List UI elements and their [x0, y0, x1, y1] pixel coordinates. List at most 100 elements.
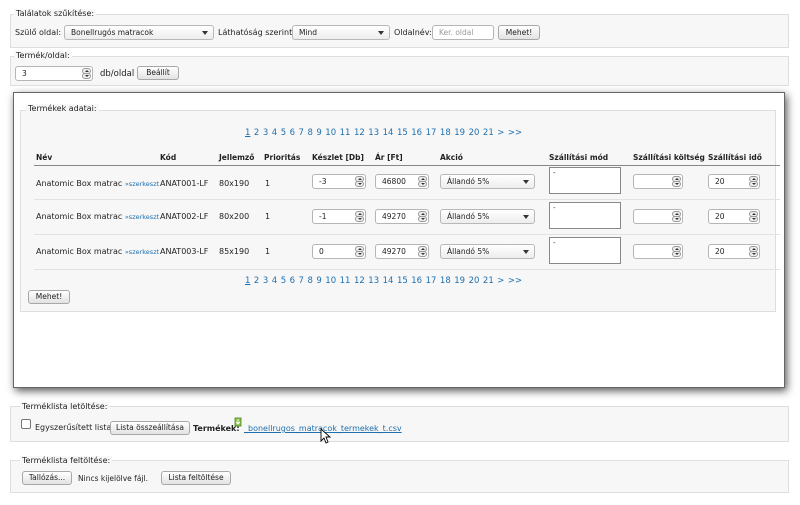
filter-go-button[interactable]: Mehet! [498, 25, 540, 40]
stepper-down-icon[interactable] [82, 73, 91, 79]
page-link[interactable]: 10 [325, 128, 336, 138]
stepper-down-icon[interactable] [355, 251, 364, 257]
stepper-down-icon[interactable] [418, 251, 427, 257]
perpage-set-button[interactable]: Beállít [137, 66, 179, 80]
simplified-checkbox[interactable] [21, 419, 31, 429]
page-link[interactable]: 7 [299, 276, 304, 286]
stock-stepper[interactable]: -1 [312, 209, 366, 224]
stepper-down-icon[interactable] [418, 181, 427, 187]
page-link[interactable]: 19 [454, 276, 465, 286]
col-promo: Akció [440, 153, 463, 162]
page-link[interactable]: 1 [245, 128, 250, 138]
stepper-down-icon[interactable] [749, 216, 758, 222]
page-link[interactable]: 21 [483, 128, 494, 138]
page-link[interactable]: 3 [263, 128, 268, 138]
promo-select[interactable]: Állandó 5% [440, 209, 535, 224]
page-link[interactable]: 21 [483, 276, 494, 286]
page-link[interactable]: 11 [340, 276, 351, 286]
page-link[interactable]: 10 [325, 276, 336, 286]
shipping-cost-stepper[interactable] [633, 244, 683, 259]
shipping-method-textarea[interactable]: - [549, 202, 621, 229]
edit-link[interactable]: »szerkeszt [125, 180, 159, 188]
page-link[interactable]: 15 [397, 128, 408, 138]
page-link[interactable]: 13 [368, 128, 379, 138]
stock-stepper[interactable]: -3 [312, 174, 366, 189]
stepper-down-icon[interactable] [672, 181, 681, 187]
page-link[interactable]: 12 [354, 128, 365, 138]
page-next-link[interactable]: > [497, 128, 504, 138]
page-link[interactable]: 16 [411, 276, 422, 286]
page-link[interactable]: 2 [254, 128, 259, 138]
page-link[interactable]: 5 [281, 276, 286, 286]
page-last-link[interactable]: >> [508, 128, 522, 138]
page-link[interactable]: 14 [383, 128, 394, 138]
page-link[interactable]: 1 [245, 276, 250, 286]
page-link[interactable]: 18 [440, 276, 451, 286]
page-link[interactable]: 20 [469, 128, 480, 138]
table-row-name: Anatomic Box matrac »szerkeszt [36, 247, 160, 256]
shipping-cost-stepper[interactable] [633, 209, 683, 224]
visibility-select[interactable]: Mind [292, 25, 390, 40]
row-feature: 85x190 [219, 247, 250, 256]
stepper-down-icon[interactable] [672, 216, 681, 222]
row-priority: 1 [265, 179, 271, 188]
perpage-stepper[interactable]: 3 [15, 66, 93, 81]
page-link[interactable]: 6 [290, 128, 295, 138]
stock-stepper[interactable]: 0 [312, 244, 366, 259]
promo-select[interactable]: Állandó 5% [440, 244, 535, 259]
pagename-input[interactable]: Ker. oldal [432, 25, 494, 40]
page-last-link[interactable]: >> [508, 276, 522, 286]
upload-list-button[interactable]: Lista feltöltése [161, 471, 231, 485]
page-link[interactable]: 17 [426, 276, 437, 286]
browse-button[interactable]: Tallózás... [22, 471, 72, 485]
row-feature: 80x200 [219, 212, 250, 221]
upload-legend: Terméklista feltöltése: [20, 456, 113, 465]
page-link[interactable]: 4 [272, 128, 277, 138]
page-link[interactable]: 17 [426, 128, 437, 138]
page-link[interactable]: 14 [383, 276, 394, 286]
page-link[interactable]: 8 [307, 128, 312, 138]
price-stepper[interactable]: 49270 [375, 209, 429, 224]
shipping-method-textarea[interactable]: - [549, 237, 621, 264]
page-link[interactable]: 18 [440, 128, 451, 138]
page-next-link[interactable]: > [497, 276, 504, 286]
stepper-down-icon[interactable] [672, 251, 681, 257]
page-link[interactable]: 6 [290, 276, 295, 286]
shipping-cost-stepper[interactable] [633, 174, 683, 189]
page-link[interactable]: 7 [299, 128, 304, 138]
parent-page-select[interactable]: Bonellrugós matracok [64, 25, 214, 40]
edit-link[interactable]: »szerkeszt [125, 213, 159, 221]
shipping-time-stepper[interactable]: 20 [708, 244, 760, 259]
page-link[interactable]: 9 [316, 276, 321, 286]
shipping-time-stepper[interactable]: 20 [708, 174, 760, 189]
page-link[interactable]: 16 [411, 128, 422, 138]
page-link[interactable]: 20 [469, 276, 480, 286]
edit-link[interactable]: »szerkeszt [125, 248, 159, 256]
stepper-down-icon[interactable] [418, 216, 427, 222]
page-link[interactable]: 12 [354, 276, 365, 286]
products-go-button[interactable]: Mehet! [28, 290, 70, 304]
row-feature: 80x190 [219, 179, 250, 188]
page-link[interactable]: 5 [281, 128, 286, 138]
page-link[interactable]: 9 [316, 128, 321, 138]
page-link[interactable]: 15 [397, 276, 408, 286]
page-link[interactable]: 13 [368, 276, 379, 286]
shipping-method-textarea[interactable]: - [549, 167, 621, 194]
stepper-down-icon[interactable] [355, 181, 364, 187]
page-link[interactable]: 19 [454, 128, 465, 138]
price-stepper[interactable]: 49270 [375, 244, 429, 259]
stepper-down-icon[interactable] [749, 251, 758, 257]
page-link[interactable]: 4 [272, 276, 277, 286]
compile-list-button[interactable]: Lista összeállítása [110, 421, 190, 435]
page-link[interactable]: 3 [263, 276, 268, 286]
page-link[interactable]: 8 [307, 276, 312, 286]
stepper-down-icon[interactable] [355, 216, 364, 222]
download-legend: Terméklista letöltése: [20, 402, 110, 411]
shipping-time-stepper[interactable]: 20 [708, 209, 760, 224]
page-link[interactable]: 11 [340, 128, 351, 138]
stepper-down-icon[interactable] [749, 181, 758, 187]
page-link[interactable]: 2 [254, 276, 259, 286]
price-stepper[interactable]: 46800 [375, 174, 429, 189]
promo-select[interactable]: Állandó 5% [440, 174, 535, 189]
mouse-cursor-icon [320, 427, 332, 446]
